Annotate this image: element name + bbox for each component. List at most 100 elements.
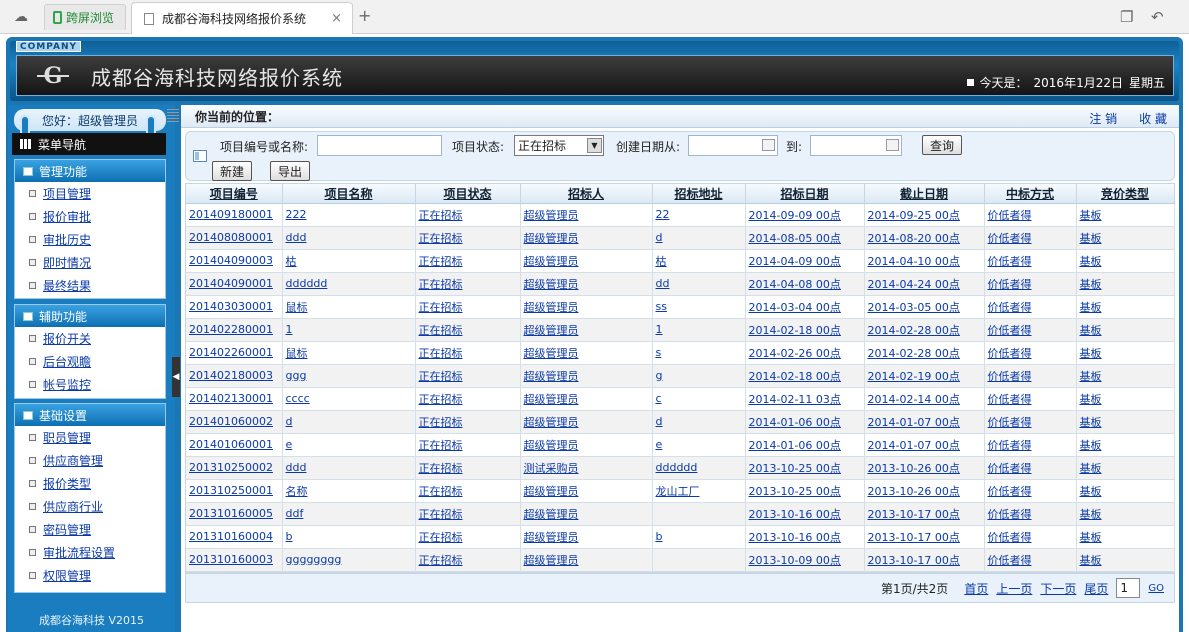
cell-link[interactable]: 基板 — [1080, 209, 1102, 222]
cell-link[interactable]: b — [286, 530, 293, 543]
cell-link[interactable]: ddd — [286, 231, 307, 244]
cell-link[interactable]: 2014-09-25 00点 — [868, 209, 960, 222]
cell-link[interactable]: 价低者得 — [988, 439, 1032, 452]
first-page-link[interactable]: 首页 — [964, 580, 988, 597]
status-select[interactable]: 正在招标 ▼ — [514, 135, 604, 156]
cell-link[interactable]: 基板 — [1080, 370, 1102, 383]
cell-link[interactable]: 超级管理员 — [524, 301, 579, 314]
cell-link[interactable]: 正在招标 — [419, 485, 463, 498]
menu-item-password[interactable]: 密码管理 — [15, 518, 165, 541]
cell-link[interactable]: 正在招标 — [419, 439, 463, 452]
menu-item-realtime-status[interactable]: 即时情况 — [15, 251, 165, 274]
cell-link[interactable]: 正在招标 — [419, 255, 463, 268]
menu-item-staff[interactable]: 职员管理 — [15, 426, 165, 449]
export-button[interactable]: 导出 — [270, 161, 310, 181]
cell-link[interactable]: 2014-04-08 00点 — [749, 278, 841, 291]
cell-link[interactable]: 2014-04-09 00点 — [749, 255, 841, 268]
cell-link[interactable]: e — [286, 438, 293, 451]
menu-link[interactable]: 供应商管理 — [43, 452, 103, 469]
go-button[interactable]: GO — [1148, 583, 1164, 594]
next-page-link[interactable]: 下一页 — [1040, 580, 1076, 597]
cell-link[interactable]: g — [656, 369, 663, 382]
cell-link[interactable]: 2014-01-07 00点 — [868, 416, 960, 429]
cell-link[interactable]: 基板 — [1080, 508, 1102, 521]
group-header[interactable]: 基础设置 — [15, 404, 165, 426]
cell-link[interactable]: 正在招标 — [419, 278, 463, 291]
cell-link[interactable]: 超级管理员 — [524, 209, 579, 222]
cell-link[interactable]: 正在招标 — [419, 393, 463, 406]
cell-link[interactable]: 2014-03-05 00点 — [868, 301, 960, 314]
menu-link[interactable]: 审批流程设置 — [43, 544, 115, 561]
collapse-sidebar-icon[interactable]: ◀ — [172, 357, 180, 397]
menu-link[interactable]: 帐号监控 — [43, 376, 91, 393]
tab-cross-screen[interactable]: 跨屏浏览 — [44, 4, 126, 30]
cell-link[interactable]: 2014-08-20 00点 — [868, 232, 960, 245]
cell-link[interactable]: 价低者得 — [988, 416, 1032, 429]
group-header[interactable]: 管理功能 — [15, 160, 165, 182]
cell-link[interactable]: 基板 — [1080, 531, 1102, 544]
new-button[interactable]: 新建 — [212, 161, 252, 181]
menu-item-account-monitor[interactable]: 帐号监控 — [15, 373, 165, 396]
menu-link[interactable]: 报价审批 — [43, 208, 91, 225]
cell-link[interactable]: 超级管理员 — [524, 439, 579, 452]
cloud-icon[interactable]: ☁ — [10, 6, 32, 28]
date-from-input[interactable] — [688, 135, 778, 156]
cell-link[interactable]: dd — [656, 277, 670, 290]
cell-link[interactable]: 22 — [656, 208, 670, 221]
cell-link[interactable]: 基板 — [1080, 347, 1102, 360]
column-header[interactable]: 竞价类型 — [1076, 184, 1175, 204]
prev-page-link[interactable]: 上一页 — [996, 580, 1032, 597]
cell-link[interactable]: 2014-01-06 00点 — [749, 416, 841, 429]
cell-link[interactable]: 222 — [286, 208, 307, 221]
cell-link[interactable]: 价低者得 — [988, 278, 1032, 291]
cell-link[interactable]: 201403030001 — [189, 300, 273, 313]
cell-link[interactable]: 基板 — [1080, 393, 1102, 406]
cell-link[interactable]: 价低者得 — [988, 301, 1032, 314]
menu-item-backend-view[interactable]: 后台观瞻 — [15, 350, 165, 373]
cell-link[interactable]: 价低者得 — [988, 393, 1032, 406]
cell-link[interactable]: cccc — [286, 392, 310, 405]
cell-link[interactable]: 价低者得 — [988, 462, 1032, 475]
cell-link[interactable]: 价低者得 — [988, 370, 1032, 383]
cell-link[interactable]: 价低者得 — [988, 232, 1032, 245]
cell-link[interactable]: 201310160003 — [189, 553, 273, 566]
cell-link[interactable]: 201310160005 — [189, 507, 273, 520]
cell-link[interactable]: 超级管理员 — [524, 554, 579, 567]
cell-link[interactable]: 基板 — [1080, 301, 1102, 314]
cell-link[interactable]: 超级管理员 — [524, 347, 579, 360]
cell-link[interactable]: 正在招标 — [419, 508, 463, 521]
menu-item-quote-type[interactable]: 报价类型 — [15, 472, 165, 495]
cell-link[interactable]: 2014-04-10 00点 — [868, 255, 960, 268]
column-header[interactable]: 项目状态 — [415, 184, 521, 204]
cell-link[interactable]: d — [656, 231, 663, 244]
cell-link[interactable]: 正在招标 — [419, 324, 463, 337]
cell-link[interactable]: 2013-10-26 00点 — [868, 485, 960, 498]
cell-link[interactable]: 枯 — [286, 255, 297, 268]
cell-link[interactable]: 鼠标 — [286, 347, 308, 360]
undo-icon[interactable]: ↶ — [1151, 8, 1164, 26]
cell-link[interactable]: 价低者得 — [988, 255, 1032, 268]
cell-link[interactable]: d — [656, 415, 663, 428]
menu-link[interactable]: 密码管理 — [43, 521, 91, 538]
menu-link[interactable]: 即时情况 — [43, 254, 91, 271]
cell-link[interactable]: 201408080001 — [189, 231, 273, 244]
cell-link[interactable]: 2014-01-06 00点 — [749, 439, 841, 452]
menu-link[interactable]: 供应商行业 — [43, 498, 103, 515]
favorite-link[interactable]: 收 藏 — [1139, 110, 1167, 127]
cell-link[interactable]: 201310160004 — [189, 530, 273, 543]
cell-link[interactable]: 超级管理员 — [524, 393, 579, 406]
cell-link[interactable]: ggg — [286, 369, 307, 382]
cell-link[interactable]: 正在招标 — [419, 531, 463, 544]
cell-link[interactable]: 201310250001 — [189, 484, 273, 497]
cell-link[interactable]: 2014-04-24 00点 — [868, 278, 960, 291]
column-header[interactable]: 中标方式 — [984, 184, 1077, 204]
cell-link[interactable]: 超级管理员 — [524, 324, 579, 337]
cell-link[interactable]: 2013-10-25 00点 — [749, 485, 841, 498]
page-number-input[interactable]: 1 — [1116, 578, 1141, 598]
column-header[interactable]: 招标人 — [520, 184, 653, 204]
cell-link[interactable]: 超级管理员 — [524, 232, 579, 245]
menu-item-approval-flow[interactable]: 审批流程设置 — [15, 541, 165, 564]
cell-link[interactable]: 价低者得 — [988, 209, 1032, 222]
logout-link[interactable]: 注 销 — [1089, 110, 1117, 127]
close-tab-icon[interactable]: × — [331, 11, 342, 26]
